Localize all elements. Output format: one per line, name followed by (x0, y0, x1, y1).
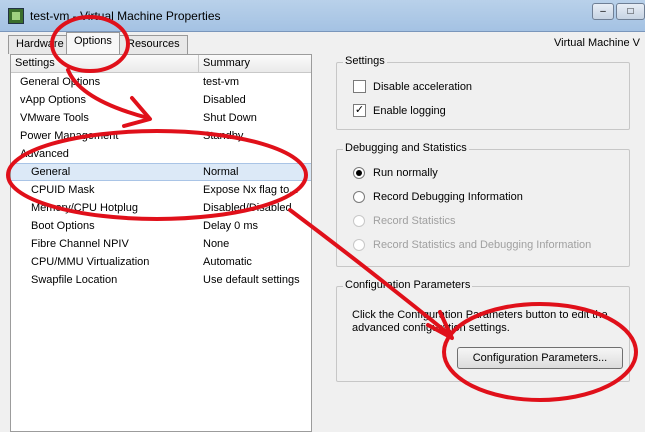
disable-acceleration-checkbox[interactable] (353, 80, 366, 93)
tab-strip: Hardware Options Resources (0, 32, 645, 54)
setting-summary: Expose Nx flag to... (203, 184, 299, 196)
record-debugging-label: Record Debugging Information (373, 191, 523, 203)
configuration-group-title: Configuration Parameters (343, 279, 473, 291)
column-settings[interactable]: Settings (11, 55, 199, 72)
disable-acceleration-label: Disable acceleration (373, 80, 473, 93)
vm-version-label: Virtual Machine V (553, 37, 640, 49)
setting-name: vApp Options (20, 94, 87, 106)
setting-summary: Delay 0 ms (203, 220, 259, 232)
setting-name: Advanced (20, 148, 69, 160)
setting-summary: Disabled/Disabled (203, 202, 292, 214)
setting-name: General (31, 166, 71, 178)
setting-name: Boot Options (31, 220, 95, 232)
run-normally-radio[interactable] (353, 167, 365, 179)
list-item[interactable]: vApp Options Disabled (11, 91, 311, 109)
list-item[interactable]: CPUID Mask Expose Nx flag to... (11, 181, 311, 199)
record-debugging-radio[interactable] (353, 191, 365, 203)
setting-summary: test-vm (203, 76, 240, 88)
debugging-group: Debugging and Statistics Run normally Re… (336, 142, 630, 267)
tab-options[interactable]: Options (66, 32, 120, 54)
record-statistics-radio (353, 215, 365, 227)
record-stats-and-debug-label: Record Statistics and Debugging Informat… (373, 239, 592, 251)
setting-summary: Use default settings (203, 274, 300, 286)
setting-name: CPUID Mask (31, 184, 95, 196)
configuration-group: Configuration Parameters Click the Confi… (336, 279, 630, 382)
enable-logging-label: Enable logging (373, 104, 446, 117)
setting-name: CPU/MMU Virtualization (31, 256, 150, 268)
column-summary[interactable]: Summary (199, 55, 311, 72)
run-normally-option[interactable]: Run normally (353, 167, 438, 179)
enable-logging-checkbox[interactable]: ✓ (353, 104, 366, 117)
setting-name: Fibre Channel NPIV (31, 238, 129, 250)
configuration-description: Click the Configuration Parameters butto… (352, 309, 608, 334)
list-item[interactable]: Fibre Channel NPIV None (11, 235, 311, 253)
disable-acceleration-option[interactable]: Disable acceleration (353, 80, 472, 93)
run-normally-label: Run normally (373, 167, 438, 179)
list-item[interactable]: CPU/MMU Virtualization Automatic (11, 253, 311, 271)
list-item[interactable]: Swapfile Location Use default settings (11, 271, 311, 289)
record-statistics-label: Record Statistics (373, 215, 456, 227)
title-bar: test-vm - Virtual Machine Properties – □ (0, 0, 645, 32)
setting-summary: Shut Down (203, 112, 257, 124)
setting-summary: Standby (203, 130, 244, 142)
list-item[interactable]: Memory/CPU Hotplug Disabled/Disabled (11, 199, 311, 217)
list-item[interactable]: VMware Tools Shut Down (11, 109, 311, 127)
list-item[interactable]: General Options test-vm (11, 73, 311, 91)
maximize-button[interactable]: □ (616, 3, 645, 20)
window-title: test-vm - Virtual Machine Properties (30, 9, 221, 23)
record-stats-and-debug-radio (353, 239, 365, 251)
vm-icon (8, 8, 24, 24)
record-debugging-option[interactable]: Record Debugging Information (353, 191, 523, 203)
settings-group-title: Settings (343, 55, 387, 67)
settings-detail-panel: Settings Disable acceleration ✓ Enable l… (336, 54, 636, 432)
configuration-parameters-button[interactable]: Configuration Parameters... (457, 347, 623, 369)
settings-list: Settings Summary General Options test-vm… (10, 54, 312, 432)
setting-summary: None (203, 238, 230, 250)
setting-summary: Disabled (203, 94, 246, 106)
enable-logging-option[interactable]: ✓ Enable logging (353, 104, 446, 117)
setting-name: Power Management (20, 130, 119, 142)
setting-name: General Options (20, 76, 101, 88)
list-group-header[interactable]: Advanced (11, 145, 311, 163)
list-header: Settings Summary (11, 55, 311, 73)
setting-name: Memory/CPU Hotplug (31, 202, 138, 214)
setting-summary: Normal (203, 166, 239, 178)
setting-name: Swapfile Location (31, 274, 118, 286)
list-item[interactable]: Boot Options Delay 0 ms (11, 217, 311, 235)
record-stats-and-debug-option: Record Statistics and Debugging Informat… (353, 239, 591, 251)
minimize-button[interactable]: – (592, 3, 614, 20)
settings-group: Settings Disable acceleration ✓ Enable l… (336, 55, 630, 130)
debugging-group-title: Debugging and Statistics (343, 142, 469, 154)
list-item[interactable]: Power Management Standby (11, 127, 311, 145)
list-item-selected[interactable]: General Normal (11, 163, 311, 181)
tab-resources[interactable]: Resources (119, 35, 188, 54)
tab-hardware[interactable]: Hardware (8, 35, 72, 54)
setting-summary: Automatic (203, 256, 252, 268)
record-statistics-option: Record Statistics (353, 215, 456, 227)
setting-name: VMware Tools (20, 112, 89, 124)
